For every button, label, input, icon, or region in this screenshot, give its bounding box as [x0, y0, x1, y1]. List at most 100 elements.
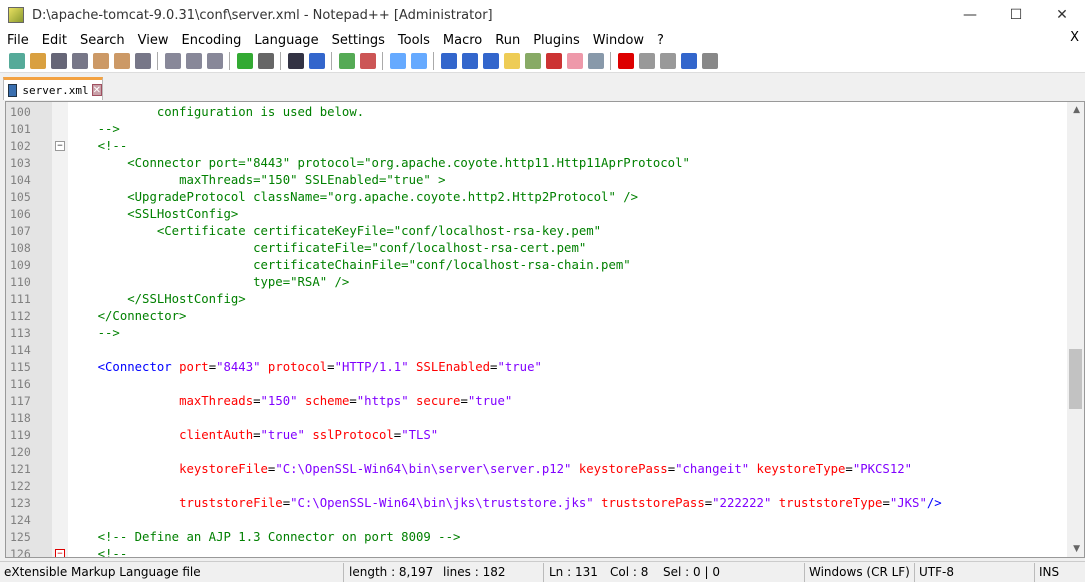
code-token: -->: [97, 326, 120, 340]
status-encoding[interactable]: UTF-8: [919, 565, 954, 579]
menu-tools[interactable]: Tools: [398, 33, 430, 48]
save-icon[interactable]: [50, 53, 67, 69]
sync-v-icon[interactable]: [389, 53, 406, 69]
menu-encoding[interactable]: Encoding: [181, 33, 241, 48]
tab-server-xml[interactable]: server.xml ✕: [3, 77, 103, 100]
print-icon[interactable]: [134, 53, 151, 69]
word-wrap-icon[interactable]: [440, 53, 457, 69]
code-line: 123 truststoreFile="C:\OpenSSL-Win64\bin…: [6, 495, 1066, 512]
code-editor[interactable]: 100 configuration is used below. 101 --> 1…: [5, 101, 1085, 558]
close-button[interactable]: ✕: [1039, 0, 1085, 30]
menu-search[interactable]: Search: [80, 33, 125, 48]
line-number: 118: [10, 411, 31, 425]
code-token: truststoreType: [771, 496, 883, 510]
menu-window[interactable]: Window: [593, 33, 644, 48]
maximize-button[interactable]: ☐: [993, 0, 1039, 30]
line-number: 122: [10, 479, 31, 493]
cut-icon[interactable]: [164, 53, 181, 69]
code-token: =: [282, 496, 291, 510]
menu-macro[interactable]: Macro: [443, 33, 482, 48]
status-eol[interactable]: Windows (CR LF): [809, 565, 910, 579]
zoom-out-icon[interactable]: [359, 53, 376, 69]
minimize-button[interactable]: —: [947, 0, 993, 30]
undo-icon[interactable]: [236, 53, 253, 69]
menu-edit[interactable]: Edit: [42, 33, 67, 48]
new-icon[interactable]: [8, 53, 25, 69]
toolbar-separator: [610, 52, 611, 70]
find-icon[interactable]: [287, 53, 304, 69]
code-text: <SSLHostConfig>: [68, 206, 238, 223]
line-number: 120: [10, 445, 31, 459]
scrollbar-thumb[interactable]: [1069, 349, 1082, 409]
line-number: 102: [10, 139, 31, 153]
indent-guide-icon[interactable]: [482, 53, 499, 69]
menu-plugins[interactable]: Plugins: [533, 33, 580, 48]
code-text: maxThreads="150" scheme="https" secure="…: [68, 393, 512, 410]
sync-h-icon[interactable]: [410, 53, 427, 69]
fold-toggle-icon[interactable]: −: [55, 141, 65, 151]
code-line: 125 <!-- Define an AJP 1.3 Connector on …: [6, 529, 1066, 546]
close-all-icon[interactable]: [113, 53, 130, 69]
status-line: Ln : 131: [549, 565, 598, 579]
scroll-up-icon[interactable]: ▲: [1073, 105, 1080, 115]
folder-workspace-icon[interactable]: [566, 53, 583, 69]
save-all-icon[interactable]: [71, 53, 88, 69]
line-number: 114: [10, 343, 31, 357]
tab-close-icon[interactable]: ✕: [91, 84, 102, 96]
stop-icon[interactable]: [638, 53, 655, 69]
save-macro-icon[interactable]: [701, 53, 718, 69]
menu-view[interactable]: View: [138, 33, 169, 48]
menu-help[interactable]: ?: [657, 33, 664, 48]
function-list-icon[interactable]: [545, 53, 562, 69]
code-token: =: [253, 428, 261, 442]
notepad-plus-plus-icon: [8, 7, 24, 23]
zoom-in-icon[interactable]: [338, 53, 355, 69]
code-token: </Connector>: [97, 309, 187, 323]
doc-map-icon[interactable]: [524, 53, 541, 69]
close-document-button[interactable]: X: [1070, 30, 1079, 45]
menu-file[interactable]: File: [7, 33, 29, 48]
menu-language[interactable]: Language: [254, 33, 318, 48]
open-icon[interactable]: [29, 53, 46, 69]
code-text: certificateChainFile="conf/localhost-rsa…: [68, 257, 631, 274]
code-token: sslProtocol: [304, 428, 394, 442]
toolbar-separator: [157, 52, 158, 70]
code-token: "C:\OpenSSL-Win64\bin\server\server.p12": [275, 462, 572, 476]
play-icon[interactable]: [659, 53, 676, 69]
line-number: 126: [10, 547, 31, 558]
show-all-chars-icon[interactable]: [461, 53, 478, 69]
vertical-scrollbar[interactable]: ▲ ▼: [1067, 102, 1084, 557]
scroll-down-icon[interactable]: ▼: [1073, 544, 1080, 554]
fold-toggle-icon[interactable]: −: [55, 549, 65, 557]
udl-icon[interactable]: [503, 53, 520, 69]
code-line: 109 certificateChainFile="conf/localhost…: [6, 257, 1066, 274]
line-number: 104: [10, 173, 31, 187]
code-line: 108 certificateFile="conf/localhost-rsa-…: [6, 240, 1066, 257]
redo-icon[interactable]: [257, 53, 274, 69]
play-multiple-icon[interactable]: [680, 53, 697, 69]
menu-run[interactable]: Run: [495, 33, 520, 48]
replace-icon[interactable]: [308, 53, 325, 69]
monitor-icon[interactable]: [587, 53, 604, 69]
toolbar-separator: [229, 52, 230, 70]
line-number: 106: [10, 207, 31, 221]
code-token: =: [327, 360, 335, 374]
line-number: 111: [10, 292, 31, 306]
code-token: certificateFile="conf/localhost-rsa-cert…: [253, 241, 587, 255]
record-icon[interactable]: [617, 53, 634, 69]
line-number: 115: [10, 360, 31, 374]
menu-settings[interactable]: Settings: [332, 33, 385, 48]
paste-icon[interactable]: [206, 53, 223, 69]
copy-icon[interactable]: [185, 53, 202, 69]
close-icon[interactable]: [92, 53, 109, 69]
code-token: "true": [467, 394, 513, 408]
code-line: 101 -->: [6, 121, 1066, 138]
